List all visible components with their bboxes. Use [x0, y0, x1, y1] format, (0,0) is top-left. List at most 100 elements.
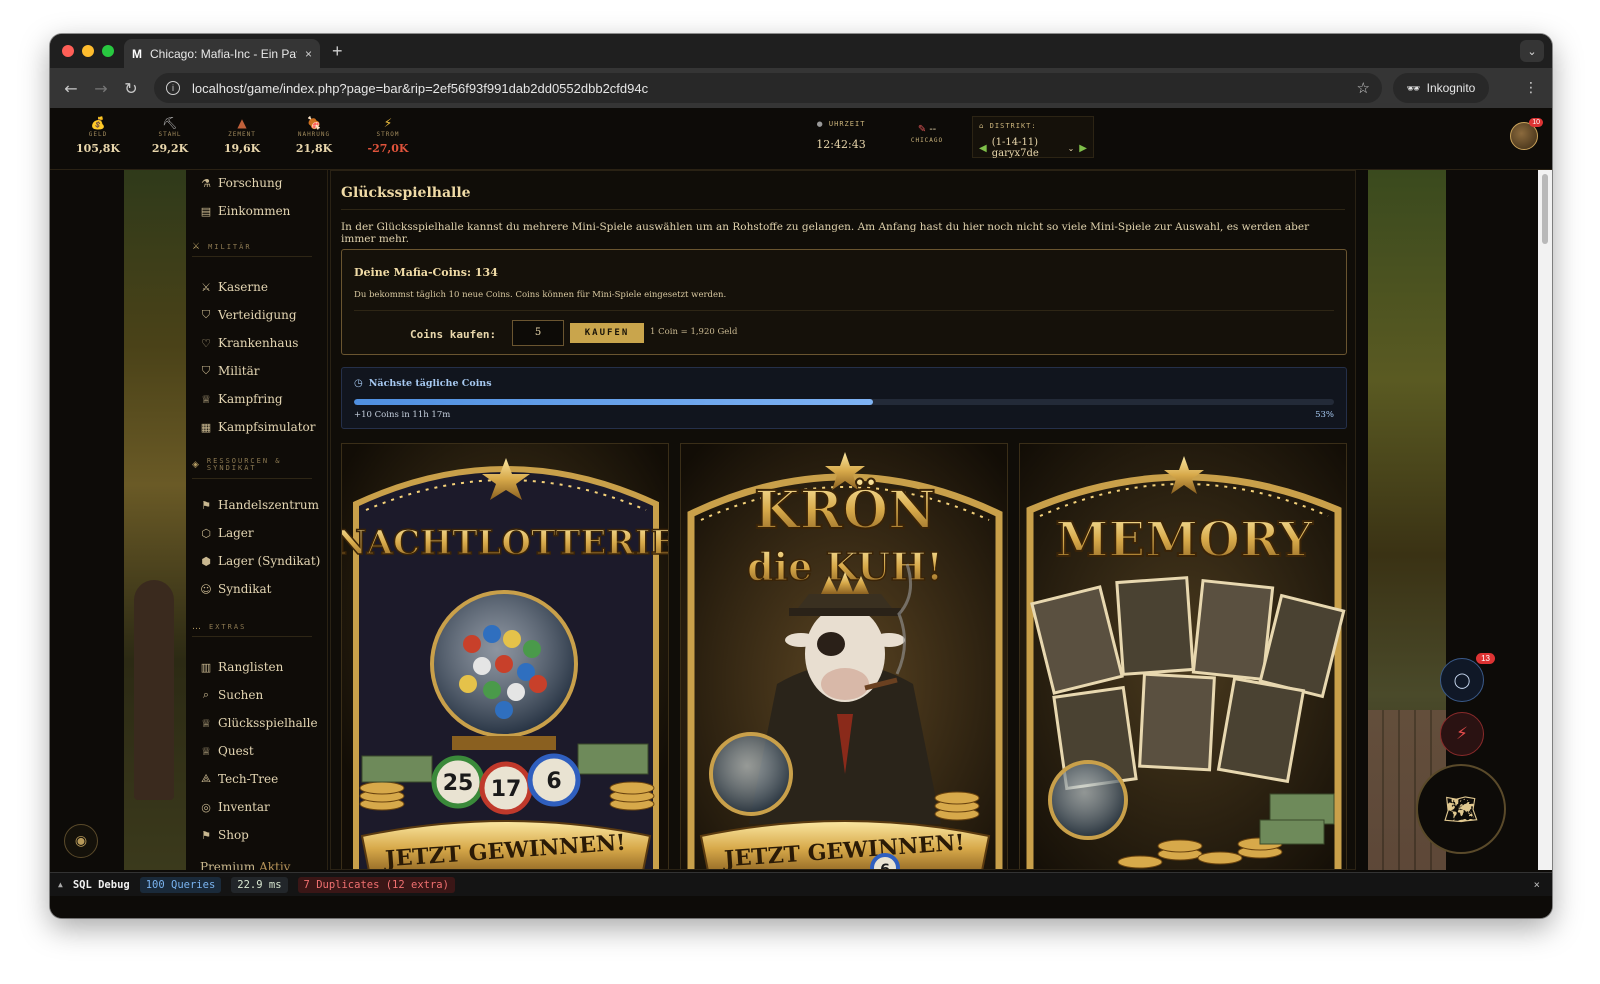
active-tab[interactable]: M Chicago: Mafia-Inc - Ein Pate ×: [124, 39, 320, 68]
close-window-button[interactable]: [62, 45, 74, 57]
house-icon: ⌂: [979, 122, 985, 130]
sidebar-item-militaer[interactable]: ⛉ Militär: [200, 364, 260, 378]
browser-window: M Chicago: Mafia-Inc - Ein Pate × + ⌄ ← …: [50, 34, 1552, 918]
debug-queries-badge: 100 Queries: [139, 876, 222, 893]
divider: [354, 310, 1334, 311]
district-selector[interactable]: ⌂ DISTRIKT: ◀ (1-14-11) garyx7de ⌄ ▶: [972, 116, 1094, 159]
sidebar-item-lager[interactable]: ⬡ Lager: [200, 526, 253, 540]
resource-value: 19,6K: [223, 142, 261, 155]
debug-close-icon[interactable]: ×: [1534, 879, 1540, 891]
sidebar-item-gluecksspielhalle[interactable]: ♕ Glücksspielhalle: [200, 716, 318, 730]
game-title-line-1: KRÖN: [754, 479, 935, 541]
prev-district-arrow-icon[interactable]: ◀: [979, 143, 987, 154]
section-header-extras: … EXTRAS: [192, 622, 312, 637]
resource-nahrung[interactable]: 🍖 NAHRUNG 21,8K: [284, 116, 344, 155]
url-text: localhost/game/index.php?page=bar&rip=2e…: [192, 80, 649, 96]
map-icon: 🗺: [1443, 792, 1479, 826]
map-button[interactable]: 🗺: [1416, 764, 1506, 854]
district-value-row: ◀ (1-14-11) garyx7de ⌄ ▶: [979, 137, 1087, 159]
page-title: Glücksspielhalle: [341, 185, 471, 201]
sidebar-item-ranglisten[interactable]: ▥ Ranglisten: [200, 660, 284, 674]
page-scrollbar[interactable]: [1538, 170, 1552, 870]
caret-up-icon[interactable]: ▲: [58, 880, 63, 889]
calculator-icon: ▦: [200, 420, 212, 434]
resource-value: 105,8K: [75, 142, 120, 155]
debug-duplicates-badge: 7 Duplicates (12 extra): [297, 876, 455, 893]
ellipsis-icon: …: [192, 622, 203, 632]
trophy-icon: ♕: [201, 716, 211, 730]
store-icon: ⚑: [201, 828, 211, 842]
bookmark-star-icon[interactable]: ☆: [1357, 79, 1370, 97]
window-controls: [62, 45, 114, 57]
resource-zement[interactable]: ▲ ZEMENT 19,6K: [212, 116, 272, 155]
sidebar-item-kampfring[interactable]: ♕ Kampfring: [200, 392, 283, 406]
resource-strom[interactable]: ⚡ STROM -27,0K: [358, 116, 418, 155]
scrollbar-thumb[interactable]: [1542, 174, 1548, 244]
ball-number: 25: [443, 771, 474, 796]
next-district-arrow-icon[interactable]: ▶: [1079, 143, 1087, 154]
bar-chart-icon: ▥: [200, 660, 212, 674]
sidebar-item-einkommen[interactable]: ▤ Einkommen: [200, 204, 291, 218]
food-icon: 🍖: [306, 116, 322, 130]
reload-icon[interactable]: ↻: [116, 79, 146, 98]
sidebar-item-syndikat[interactable]: ☺ Syndikat: [200, 582, 271, 596]
sidebar-item-lager-syndikat[interactable]: ⬢ Lager (Syndikat): [200, 554, 320, 568]
resource-geld[interactable]: 💰 GELD 105,8K: [68, 116, 128, 155]
game-card-nachtlotterie[interactable]: NACHTLOTTERIE 25 17 6 JETZT GEWINNEN!: [341, 443, 669, 869]
trophy-icon: ♕: [201, 744, 211, 758]
tab-close-icon[interactable]: ×: [305, 47, 312, 61]
background-trees-right: [1368, 170, 1446, 870]
users-icon: ☺: [200, 582, 212, 596]
timer-progress-fill: [354, 399, 874, 405]
intro-text: In der Glücksspielhalle kannst du mehrer…: [341, 221, 1310, 245]
clock-value: 12:42:43: [816, 138, 866, 151]
banknote-icon: ▤: [200, 204, 212, 218]
sidebar-item-suchen[interactable]: ⌕ Suchen: [200, 688, 263, 702]
tab-strip: M Chicago: Mafia-Inc - Ein Pate × + ⌄: [50, 34, 1552, 68]
avatar[interactable]: 10: [1510, 118, 1543, 150]
sidebar-item-quest[interactable]: ♕ Quest: [200, 744, 254, 758]
timer-remaining: +10 Coins in 11h 17m: [354, 410, 451, 420]
new-tab-button[interactable]: +: [332, 41, 343, 62]
resource-stahl[interactable]: ⛏ STAHL 29,2K: [140, 116, 200, 155]
swords-icon: ⚔: [192, 242, 203, 252]
city-label: CHICAGO: [910, 137, 944, 144]
chat-notification-badge: 13: [1476, 653, 1495, 664]
tab-search-button[interactable]: ⌄: [1520, 40, 1544, 62]
game-card-kroen-die-kuh[interactable]: KRÖN die KUH! JETZT GEWINNEN! 6: [680, 443, 1008, 869]
incognito-indicator[interactable]: 🕶 Inkognito: [1393, 73, 1489, 103]
sidebar-item-kaserne[interactable]: ⚔ Kaserne: [200, 280, 268, 294]
sidebar-item-tech-tree[interactable]: ⟁ Tech-Tree: [200, 772, 278, 786]
sidebar-item-verteidigung[interactable]: ⛉ Verteidigung: [200, 308, 297, 322]
box-icon: ◈: [192, 460, 201, 470]
forward-arrow-icon[interactable]: →: [86, 79, 116, 98]
chevron-down-icon[interactable]: ⌄: [1068, 144, 1075, 153]
sql-debug-bar[interactable]: ▲ SQL Debug 100 Queries 22.9 ms 7 Duplic…: [50, 872, 1552, 896]
game-card-memory[interactable]: MEMORY: [1019, 443, 1347, 869]
city-indicator[interactable]: ✎ -- CHICAGO: [902, 124, 952, 144]
minimize-window-button[interactable]: [82, 45, 94, 57]
premium-status[interactable]: Premium Aktiv: [200, 860, 290, 870]
sidebar-item-shop[interactable]: ⚑ Shop: [200, 828, 249, 842]
flask-icon: ⚗: [201, 176, 211, 190]
section-header-ressourcen: ◈ RESSOURCEN & SYNDIKAT: [192, 458, 312, 479]
divider: [341, 209, 1345, 210]
back-arrow-icon[interactable]: ←: [56, 79, 86, 98]
buy-coins-button[interactable]: KAUFEN: [570, 323, 644, 343]
chat-button[interactable]: ◯ 13: [1440, 653, 1495, 702]
coin-amount-input[interactable]: 5: [512, 320, 564, 346]
browser-menu-icon[interactable]: ⋮: [1524, 80, 1538, 96]
sidebar-item-krankenhaus[interactable]: ♡ Krankenhaus: [200, 336, 298, 350]
sidebar-item-forschung[interactable]: ⚗ Forschung: [200, 176, 282, 190]
site-info-icon[interactable]: i: [166, 81, 180, 95]
sidebar-item-inventar[interactable]: ◎ Inventar: [200, 800, 270, 814]
maximize-window-button[interactable]: [102, 45, 114, 57]
address-bar[interactable]: i localhost/game/index.php?page=bar&rip=…: [154, 73, 1382, 103]
incognito-icon: 🕶: [1406, 81, 1421, 95]
syringe-icon: ✎: [917, 124, 927, 135]
store-icon: ⚑: [201, 498, 211, 512]
sidebar-item-handelszentrum[interactable]: ⚑ Handelszentrum: [200, 498, 319, 512]
sidebar-item-kampfsimulator[interactable]: ▦ Kampfsimulator: [200, 420, 316, 434]
quick-action-button[interactable]: ⚡: [1440, 712, 1484, 756]
fingerprint-icon[interactable]: ◉: [64, 824, 98, 858]
